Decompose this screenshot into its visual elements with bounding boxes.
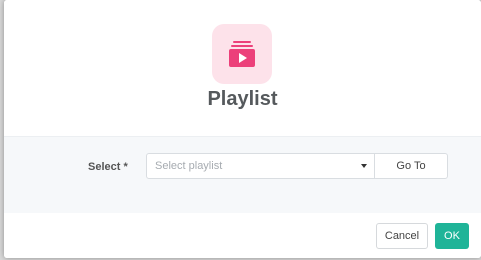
playlist-icon-graphic — [229, 41, 255, 67]
chevron-down-icon — [361, 164, 367, 168]
dialog-title: Playlist — [207, 88, 278, 110]
dialog-header: Playlist — [4, 0, 481, 136]
playlist-dialog: Playlist Select * Select playlist Go To … — [4, 0, 481, 258]
dialog-body: Select * Select playlist Go To — [4, 136, 481, 214]
go-to-button[interactable]: Go To — [374, 153, 448, 179]
cancel-button[interactable]: Cancel — [376, 223, 428, 249]
playlist-select[interactable]: Select playlist — [146, 153, 376, 179]
select-placeholder: Select playlist — [155, 160, 223, 172]
dialog-footer: Cancel OK — [4, 213, 481, 258]
select-label: Select * — [88, 161, 128, 173]
ok-button[interactable]: OK — [435, 223, 469, 249]
playlist-icon — [212, 24, 272, 84]
